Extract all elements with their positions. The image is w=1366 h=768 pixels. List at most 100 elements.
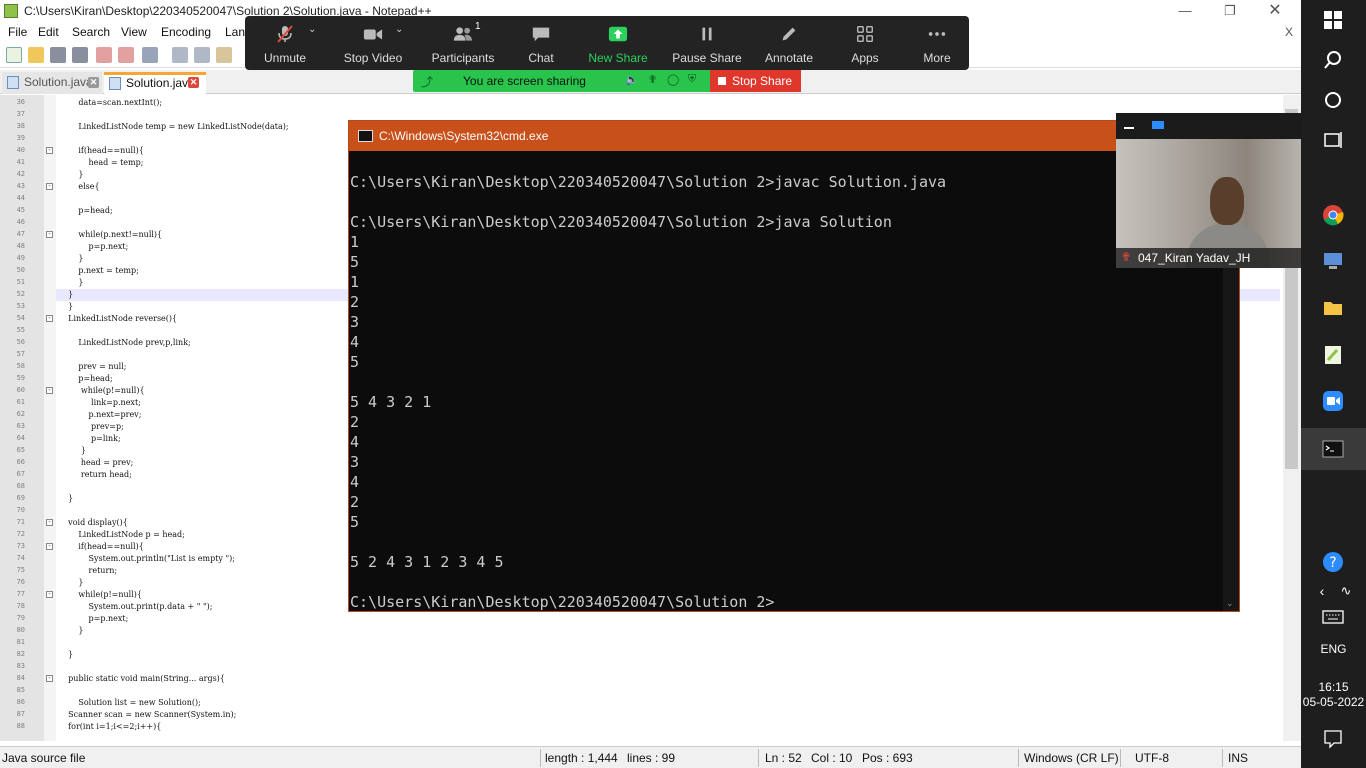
cut-icon[interactable] (172, 47, 188, 63)
fold-toggle-icon[interactable]: - (46, 147, 53, 154)
copy-icon[interactable] (194, 47, 210, 63)
minimize-video-icon[interactable] (1124, 127, 1134, 129)
notifications-icon[interactable] (1322, 728, 1344, 750)
close-tab-icon[interactable]: ✕ (188, 77, 199, 88)
view-toggle-icon[interactable] (1152, 121, 1164, 129)
line-number: 77 (16, 590, 25, 598)
maximize-button[interactable]: ❐ (1215, 2, 1245, 20)
code-line: } (58, 650, 74, 659)
code-line: while(p!=null){ (58, 590, 142, 599)
close-document-button[interactable]: X (1285, 25, 1293, 39)
fold-toggle-icon[interactable]: - (46, 675, 53, 682)
fold-toggle-icon[interactable]: - (46, 519, 53, 526)
tab-solution-java-1[interactable]: Solution.java ✕ (2, 72, 102, 94)
cmd-console-output[interactable]: C:\Users\Kiran\Desktop\220340520047\Solu… (349, 152, 1223, 611)
open-file-icon[interactable] (28, 47, 44, 63)
menu-edit[interactable]: Edit (38, 25, 59, 39)
keyboard-icon[interactable] (1322, 606, 1344, 628)
fold-toggle-icon[interactable]: - (46, 387, 53, 394)
code-line: LinkedListNode p = head; (58, 530, 185, 539)
cmd-window[interactable]: C:\Windows\System32\cmd.exe C:\Users\Kir… (348, 120, 1240, 612)
line-number: 47 (16, 230, 25, 238)
scroll-down-arrow-icon[interactable]: ⌄ (1226, 598, 1234, 609)
new-share-button[interactable]: New Share (581, 16, 655, 70)
fold-toggle-icon[interactable]: - (46, 591, 53, 598)
participant-name: 047_Kiran Yadav_JH (1138, 251, 1251, 265)
save-icon[interactable] (50, 47, 66, 63)
wifi-icon[interactable]: ∿ (1335, 580, 1357, 602)
notepad-plus-plus-icon[interactable] (1322, 344, 1344, 366)
cortana-icon[interactable] (1322, 89, 1344, 111)
line-number: 71 (16, 518, 25, 526)
menu-language[interactable]: Lan (225, 25, 245, 39)
pause-share-button[interactable]: Pause Share (669, 16, 745, 70)
line-number: 76 (16, 578, 25, 586)
search-icon[interactable] (1322, 49, 1344, 71)
line-number: 66 (16, 458, 25, 466)
more-button[interactable]: More (907, 16, 967, 70)
print-icon[interactable] (142, 47, 158, 63)
apps-button[interactable]: Apps (835, 16, 895, 70)
audio-options-chevron-icon[interactable]: ⌄ (308, 24, 316, 35)
task-view-icon[interactable] (1322, 129, 1344, 151)
code-line: return head; (58, 470, 132, 479)
code-line: return; (58, 566, 118, 575)
line-number: 43 (16, 182, 25, 190)
system-clock[interactable]: 16:15 05-05-2022 (1301, 680, 1366, 710)
windows-start-icon[interactable] (1322, 9, 1344, 31)
fold-toggle-icon[interactable]: - (46, 231, 53, 238)
menu-file[interactable]: File (8, 25, 27, 39)
participants-button[interactable]: 1 Participants (425, 16, 501, 70)
console-line: C:\Users\Kiran\Desktop\220340520047\Solu… (350, 593, 775, 611)
new-file-icon[interactable] (6, 47, 22, 63)
chrome-icon[interactable] (1322, 204, 1344, 226)
remote-desktop-icon[interactable] (1322, 250, 1344, 272)
command-prompt-icon[interactable] (1322, 438, 1344, 460)
chat-icon (532, 27, 550, 42)
help-icon[interactable]: ? (1322, 551, 1344, 573)
code-line: if(head==null){ (58, 146, 144, 155)
close-tab-icon[interactable]: ✕ (88, 77, 99, 88)
security-shield-icon: ⛨ (688, 73, 697, 85)
menu-search[interactable]: Search (72, 25, 110, 39)
fold-toggle-icon[interactable]: - (46, 183, 53, 190)
file-explorer-icon[interactable] (1322, 297, 1344, 319)
participant-video-tile[interactable]: ✟ 047_Kiran Yadav_JH (1116, 113, 1302, 268)
pause-icon (702, 27, 712, 41)
stop-share-button[interactable]: Stop Share (710, 70, 801, 92)
chat-button[interactable]: Chat (511, 16, 571, 70)
menu-view[interactable]: View (121, 25, 147, 39)
more-label: More (923, 51, 951, 65)
close-file-icon[interactable] (96, 47, 112, 63)
line-number: 53 (16, 302, 25, 310)
show-hidden-icons-chevron-icon[interactable]: ‹ (1311, 580, 1333, 602)
java-file-icon (7, 76, 19, 89)
console-line: 2 (350, 493, 360, 511)
cmd-title-bar[interactable]: C:\Windows\System32\cmd.exe (349, 121, 1239, 151)
minimize-button[interactable]: — (1170, 2, 1200, 20)
input-language[interactable]: ENG (1301, 642, 1366, 656)
console-line: 5 (350, 353, 360, 371)
unmute-label: Unmute (263, 51, 307, 65)
console-line: 5 (350, 513, 360, 531)
close-button[interactable]: ✕ (1260, 2, 1290, 20)
code-line: data=scan.nextInt(); (58, 98, 163, 107)
menu-encoding[interactable]: Encoding (161, 25, 211, 39)
fold-toggle-icon[interactable]: - (46, 543, 53, 550)
svg-text:?: ? (1329, 555, 1336, 571)
video-options-chevron-icon[interactable]: ⌄ (395, 24, 403, 35)
line-number: 40 (16, 146, 25, 154)
fold-toggle-icon[interactable]: - (46, 315, 53, 322)
code-line: if(head==null){ (58, 542, 144, 551)
screen-sharing-bar[interactable]: ⤴ You are screen sharing 🔈 ✟ ◯ ⛨ Stop Sh… (413, 70, 801, 92)
close-all-icon[interactable] (118, 47, 134, 63)
annotate-button[interactable]: Annotate (755, 16, 823, 70)
apps-label: Apps (851, 51, 879, 65)
zoom-app-icon[interactable] (1322, 390, 1344, 412)
paste-icon[interactable] (216, 47, 232, 63)
tab-solution-java-2[interactable]: Solution.java ✕ (104, 72, 206, 94)
line-number: 42 (16, 170, 25, 178)
mic-muted-icon: ✟ (1121, 250, 1132, 264)
save-all-icon[interactable] (72, 47, 88, 63)
stop-video-label: Stop Video (343, 51, 403, 65)
